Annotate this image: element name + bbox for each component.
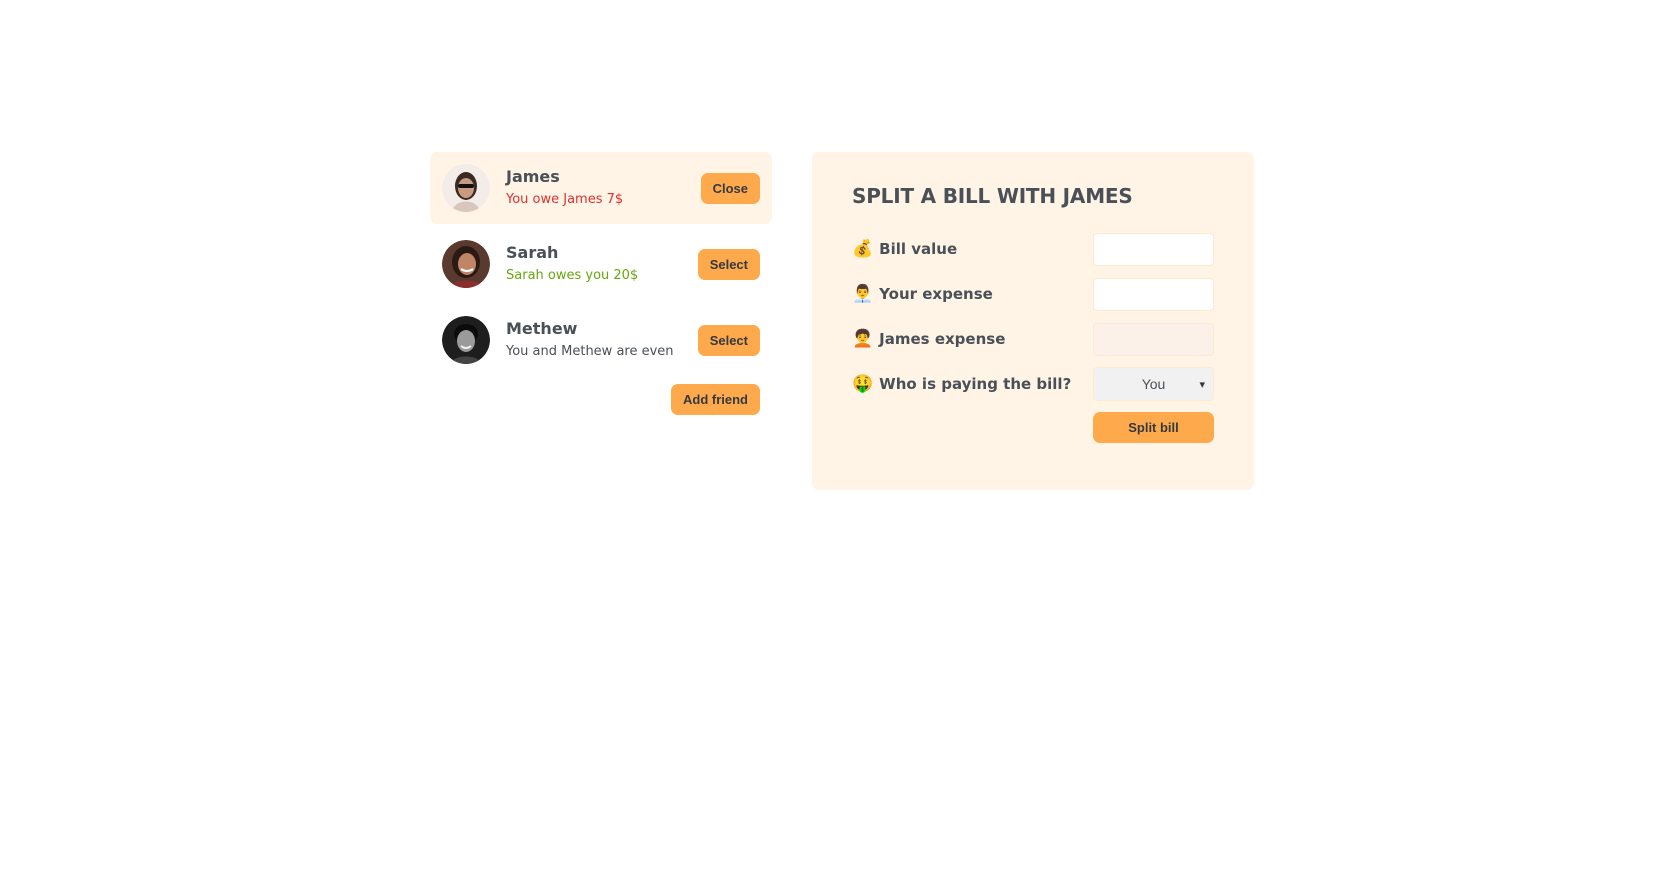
friend-expense-label: 🧑‍🦱 James expense — [852, 329, 1005, 349]
avatar — [442, 164, 490, 212]
friend-balance: You owe James 7$ — [506, 192, 624, 207]
avatar — [442, 240, 490, 288]
person-icon: 👨‍💼 — [852, 284, 874, 304]
friend-expense-input — [1093, 322, 1214, 356]
label-text: Bill value — [879, 240, 958, 258]
payer-label: 🤑 Who is paying the bill? — [852, 374, 1071, 394]
avatar — [442, 316, 490, 364]
money-face-icon: 🤑 — [852, 374, 874, 394]
friend-name: Sarah — [506, 243, 559, 262]
submit-row: Split bill — [852, 412, 1214, 443]
friend-info: James You owe James 7$ — [506, 167, 701, 209]
person-icon: 🧑‍🦱 — [852, 329, 874, 349]
money-bag-icon: 💰 — [852, 239, 874, 259]
add-friend-button[interactable]: Add friend — [671, 384, 760, 415]
label-text: Your expense — [879, 285, 993, 303]
friend-balance: You and Methew are even — [506, 344, 674, 359]
friend-balance: Sarah owes you 20$ — [506, 268, 639, 283]
split-bill-form: SPLIT A BILL WITH JAMES 💰 Bill value 👨‍💼… — [812, 152, 1254, 490]
bill-value-row: 💰 Bill value — [852, 232, 1214, 266]
select-button[interactable]: Select — [697, 248, 760, 280]
bill-value-input[interactable] — [1093, 232, 1214, 266]
select-button[interactable]: Select — [697, 324, 760, 356]
friend-item-methew[interactable]: Methew You and Methew are even Select — [430, 304, 772, 376]
label-text: Who is paying the bill? — [879, 375, 1072, 393]
friend-info: Sarah Sarah owes you 20$ — [506, 243, 698, 285]
friend-name: Methew — [506, 319, 578, 338]
app: James You owe James 7$ Close Sarah Sarah… — [430, 152, 1254, 490]
label-text: James expense — [879, 330, 1006, 348]
friend-info: Methew You and Methew are even — [506, 319, 698, 361]
payer-select-value: You — [1141, 376, 1166, 392]
friend-item-sarah[interactable]: Sarah Sarah owes you 20$ Select — [430, 228, 772, 300]
payer-select[interactable]: You ▾ — [1093, 367, 1214, 401]
friend-expense-row: 🧑‍🦱 James expense — [852, 322, 1214, 356]
your-expense-row: 👨‍💼 Your expense — [852, 277, 1214, 311]
sidebar: James You owe James 7$ Close Sarah Sarah… — [430, 152, 772, 415]
payer-row: 🤑 Who is paying the bill? You ▾ — [852, 367, 1214, 401]
friend-item-james[interactable]: James You owe James 7$ Close — [430, 152, 772, 224]
friend-name: James — [506, 167, 560, 186]
add-friend-row: Add friend — [430, 384, 772, 415]
your-expense-input[interactable] — [1093, 277, 1214, 311]
your-expense-label: 👨‍💼 Your expense — [852, 284, 993, 304]
form-title: SPLIT A BILL WITH JAMES — [852, 184, 1133, 208]
chevron-down-icon: ▾ — [1199, 378, 1205, 391]
close-button[interactable]: Close — [700, 172, 760, 204]
friend-list: James You owe James 7$ Close Sarah Sarah… — [430, 152, 772, 376]
bill-value-label: 💰 Bill value — [852, 239, 957, 259]
split-bill-button[interactable]: Split bill — [1093, 412, 1214, 443]
